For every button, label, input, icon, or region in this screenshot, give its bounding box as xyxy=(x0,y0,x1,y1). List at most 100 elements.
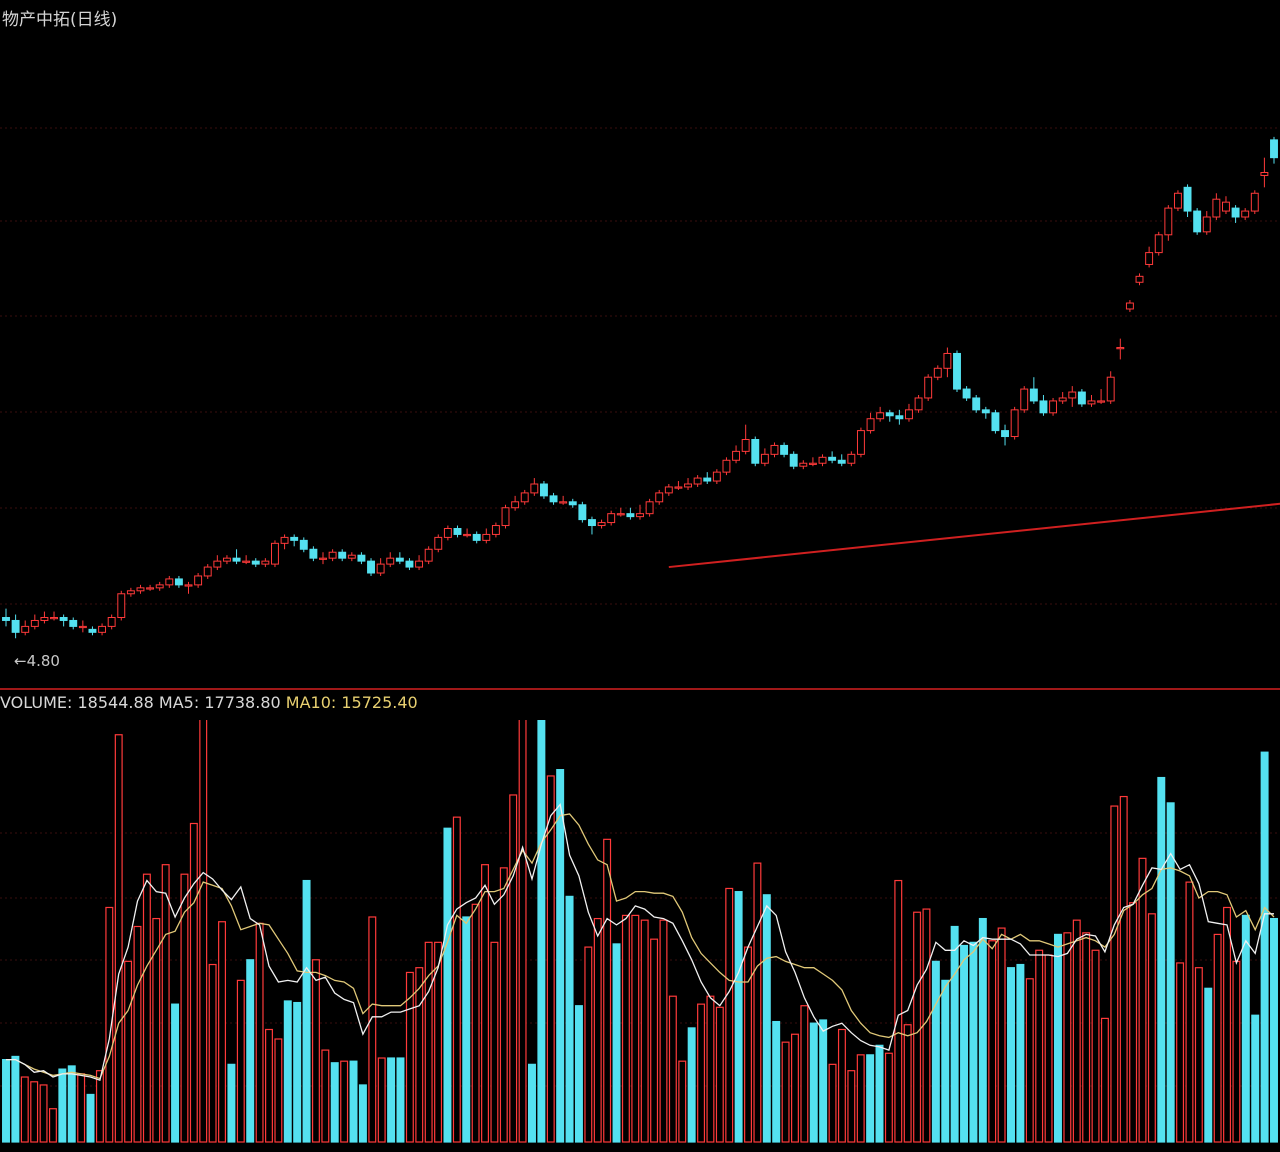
candle xyxy=(943,347,952,378)
volume-bar xyxy=(349,1060,358,1143)
candle xyxy=(953,350,961,393)
volume-bar xyxy=(48,1108,57,1143)
candle xyxy=(271,540,279,568)
candle xyxy=(155,581,164,591)
volume-value: VOLUME: 18544.88 xyxy=(0,693,154,712)
volume-bar xyxy=(1157,776,1166,1143)
volume-bar xyxy=(481,864,490,1143)
volume-bar xyxy=(396,1057,405,1143)
volume-bar xyxy=(189,822,198,1143)
candle xyxy=(818,454,827,467)
candle xyxy=(1164,205,1173,241)
volume-bar xyxy=(1016,963,1025,1143)
candle xyxy=(751,436,760,467)
candle xyxy=(1058,392,1067,404)
volume-bar xyxy=(1241,914,1250,1143)
volume-bar xyxy=(518,720,527,1143)
volume-bar xyxy=(1025,978,1034,1143)
volume-bar xyxy=(1204,987,1213,1143)
candle xyxy=(866,412,875,434)
volume-bar xyxy=(265,1028,273,1143)
volume-bar xyxy=(621,914,630,1143)
volume-bar xyxy=(509,794,518,1143)
volume-bar xyxy=(650,938,659,1143)
candle xyxy=(885,409,894,422)
volume-bar xyxy=(30,1081,39,1143)
volume-bar xyxy=(330,1062,339,1143)
candle xyxy=(655,489,664,505)
volume-bar xyxy=(387,1057,396,1143)
volume-bar xyxy=(1223,906,1232,1143)
candle xyxy=(1125,300,1134,312)
volume-bar xyxy=(1232,960,1241,1143)
candle xyxy=(50,611,58,621)
candle xyxy=(117,590,126,621)
volume-bar xyxy=(1035,949,1044,1143)
candle xyxy=(1039,395,1048,416)
volume-bar xyxy=(960,944,969,1143)
volume-bar xyxy=(114,734,123,1143)
trendline-layer xyxy=(668,502,1280,569)
volume-bar xyxy=(11,1055,20,1143)
candle xyxy=(789,451,798,470)
candle xyxy=(1202,211,1211,235)
candle xyxy=(837,454,846,467)
candle xyxy=(933,365,942,381)
candle xyxy=(645,498,654,517)
candle xyxy=(319,552,327,565)
candle xyxy=(415,555,424,571)
candle xyxy=(1097,389,1106,404)
candle xyxy=(588,516,596,535)
volume-bar xyxy=(443,827,452,1143)
volume-bar xyxy=(67,1065,76,1143)
volume-bar xyxy=(142,873,151,1143)
candle xyxy=(1270,136,1278,164)
volume-bar xyxy=(537,720,546,1143)
volume-bar xyxy=(894,879,903,1143)
candle xyxy=(309,546,318,562)
candle xyxy=(88,626,97,636)
candle xyxy=(347,552,356,562)
candle xyxy=(914,395,923,413)
volume-bar xyxy=(293,1001,302,1143)
volume-bar xyxy=(255,922,264,1143)
candle xyxy=(1212,193,1221,220)
candle xyxy=(559,495,568,505)
volume-bar xyxy=(913,911,922,1143)
candle xyxy=(367,558,375,576)
candle xyxy=(59,614,68,627)
candle xyxy=(1001,424,1009,446)
volume-bar xyxy=(706,995,715,1143)
candle xyxy=(1250,190,1259,215)
candle xyxy=(924,374,933,401)
volume-bar xyxy=(1213,933,1222,1143)
candle xyxy=(684,478,692,490)
candle xyxy=(664,484,673,496)
volume-bar xyxy=(584,946,593,1143)
volume-bar xyxy=(659,919,668,1143)
volume-bar xyxy=(1270,917,1278,1143)
candle xyxy=(213,555,222,571)
candle xyxy=(1116,338,1125,360)
candle xyxy=(290,534,299,547)
volume-header: VOLUME: 18544.88 MA5: 17738.80 MA10: 157… xyxy=(0,693,418,712)
candle xyxy=(626,507,635,520)
candle xyxy=(424,546,433,565)
arrow-left-icon: ← xyxy=(14,652,27,670)
volume-bar xyxy=(180,873,189,1143)
candle xyxy=(780,442,789,458)
candle xyxy=(194,573,203,588)
candle xyxy=(741,424,750,455)
candle xyxy=(386,552,395,568)
volume-bar xyxy=(978,917,987,1143)
support-trendline xyxy=(668,502,1280,569)
volume-chart xyxy=(0,720,1280,1143)
candle xyxy=(482,528,491,544)
volume-bar xyxy=(368,916,377,1143)
candle xyxy=(395,552,404,565)
candle xyxy=(107,614,116,630)
candle xyxy=(2,608,10,627)
volume-bar xyxy=(847,1070,856,1143)
volume-bar xyxy=(715,1006,724,1143)
candle xyxy=(1077,389,1086,407)
